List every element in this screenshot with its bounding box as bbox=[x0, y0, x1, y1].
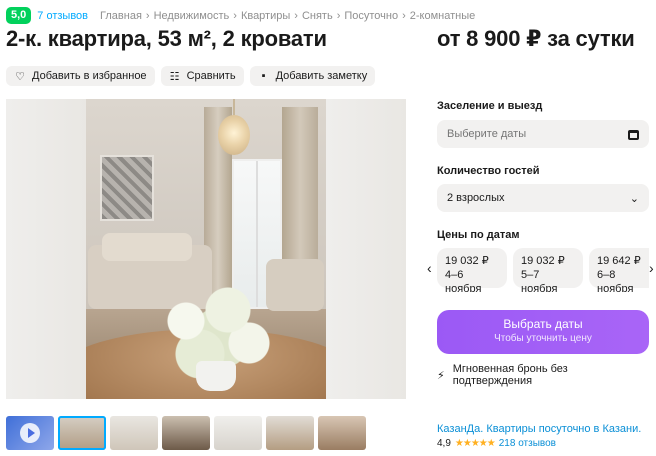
compare-icon: ☷ bbox=[169, 70, 180, 83]
breadcrumb-separator: › bbox=[233, 9, 237, 22]
calendar-icon bbox=[628, 129, 639, 140]
chandelier bbox=[214, 99, 254, 159]
top-line: 5,0 7 отзывов Главная › Недвижимость › К… bbox=[6, 7, 475, 24]
add-to-favorites-button[interactable]: ♡ Добавить в избранное bbox=[6, 66, 155, 86]
host-rating-value: 4,9 bbox=[437, 438, 451, 449]
price: от 8 900 ₽ за сутки bbox=[437, 26, 635, 51]
select-dates-button[interactable]: Выбрать даты Чтобы уточнить цену bbox=[437, 310, 649, 354]
breadcrumb-item[interactable]: Недвижимость bbox=[154, 10, 230, 22]
guests-label: Количество гостей bbox=[437, 165, 540, 177]
checkin-label: Заселение и выезд bbox=[437, 100, 543, 112]
photo-gallery[interactable] bbox=[6, 99, 406, 399]
add-note-button[interactable]: ▪ Добавить заметку bbox=[249, 66, 376, 86]
thumbnail[interactable] bbox=[58, 416, 106, 450]
date-price-chip[interactable]: 19 642 ₽ 6–8 ноября bbox=[589, 248, 649, 292]
breadcrumb-separator: › bbox=[336, 9, 341, 22]
guests-select[interactable]: 2 взрослых ⌄ bbox=[437, 184, 649, 212]
wall-painting bbox=[100, 155, 154, 221]
gallery-blur-left bbox=[6, 99, 86, 399]
chip-price: 19 032 ₽ bbox=[521, 255, 565, 267]
compare-label: Сравнить bbox=[186, 70, 236, 82]
thumbnail-strip bbox=[6, 416, 366, 450]
chip-price: 19 032 ₽ bbox=[445, 255, 489, 267]
heart-icon: ♡ bbox=[15, 70, 25, 83]
date-picker-field[interactable]: Выберите даты bbox=[437, 120, 649, 148]
compare-button[interactable]: ☷ Сравнить bbox=[160, 66, 244, 86]
breadcrumb-separator: › bbox=[294, 9, 298, 22]
host-name-link[interactable]: КазанДа. Квартиры посуточно в Казани. bbox=[437, 423, 641, 435]
chip-dates: 6–8 ноября bbox=[597, 269, 634, 292]
thumbnail-video[interactable] bbox=[6, 416, 54, 450]
favorites-label: Добавить в избранное bbox=[32, 70, 147, 82]
thumbnail[interactable] bbox=[318, 416, 366, 450]
rating-badge: 5,0 bbox=[6, 7, 32, 24]
thumbnail[interactable] bbox=[214, 416, 262, 450]
vase bbox=[196, 361, 236, 391]
play-icon bbox=[20, 423, 40, 443]
thumbnail[interactable] bbox=[266, 416, 314, 450]
chip-price: 19 642 ₽ bbox=[597, 255, 641, 267]
chip-dates: 4–6 ноября bbox=[445, 269, 482, 292]
page-title: 2-к. квартира, 53 м², 2 кровати bbox=[6, 26, 327, 51]
reviews-link[interactable]: 7 отзывов bbox=[37, 10, 88, 22]
breadcrumb: Главная › Недвижимость › Квартиры › Снят… bbox=[100, 10, 475, 22]
star-rating-icon: ★★★★★ bbox=[454, 438, 496, 449]
guests-value: 2 взрослых bbox=[447, 192, 505, 204]
cta-subtitle: Чтобы уточнить цену bbox=[494, 333, 592, 344]
date-placeholder: Выберите даты bbox=[447, 128, 527, 140]
action-bar: ♡ Добавить в избранное ☷ Сравнить ▪ Доба… bbox=[6, 66, 376, 86]
host-reviews-link[interactable]: 218 отзывов bbox=[499, 438, 556, 449]
breadcrumb-separator: › bbox=[402, 9, 406, 22]
date-price-chip[interactable]: 19 032 ₽ 4–6 ноября bbox=[437, 248, 507, 292]
lightning-icon: ⚡ bbox=[437, 369, 445, 382]
host-rating: 4,9 ★★★★★ 218 отзывов bbox=[437, 438, 556, 449]
chevron-down-icon: ⌄ bbox=[629, 192, 639, 205]
prices-label: Цены по датам bbox=[437, 229, 520, 241]
breadcrumb-item[interactable]: Квартиры bbox=[241, 10, 290, 22]
breadcrumb-item[interactable]: 2-комнатные bbox=[410, 10, 475, 22]
note-icon: ▪ bbox=[261, 70, 266, 82]
breadcrumb-item[interactable]: Снять bbox=[302, 10, 333, 22]
cta-title: Выбрать даты bbox=[503, 317, 583, 331]
note-label: Добавить заметку bbox=[275, 70, 368, 82]
date-price-strip: 19 032 ₽ 4–6 ноября 19 032 ₽ 5–7 ноября … bbox=[427, 248, 649, 292]
date-price-chip[interactable]: 19 032 ₽ 5–7 ноября bbox=[513, 248, 583, 292]
chip-dates: 5–7 ноября bbox=[521, 269, 558, 292]
breadcrumb-item[interactable]: Посуточно bbox=[344, 10, 398, 22]
breadcrumb-separator: › bbox=[145, 9, 150, 22]
gallery-blur-right bbox=[326, 99, 406, 399]
main-photo[interactable] bbox=[86, 99, 326, 399]
chevron-right-icon[interactable]: › bbox=[649, 260, 654, 276]
instant-text: Мгновенная бронь без подтверждения bbox=[452, 363, 568, 387]
instant-booking: ⚡ Мгновенная бронь без подтверждения bbox=[437, 363, 649, 387]
breadcrumb-item[interactable]: Главная bbox=[100, 10, 142, 22]
armchair bbox=[266, 259, 324, 311]
thumbnail[interactable] bbox=[162, 416, 210, 450]
thumbnail[interactable] bbox=[110, 416, 158, 450]
